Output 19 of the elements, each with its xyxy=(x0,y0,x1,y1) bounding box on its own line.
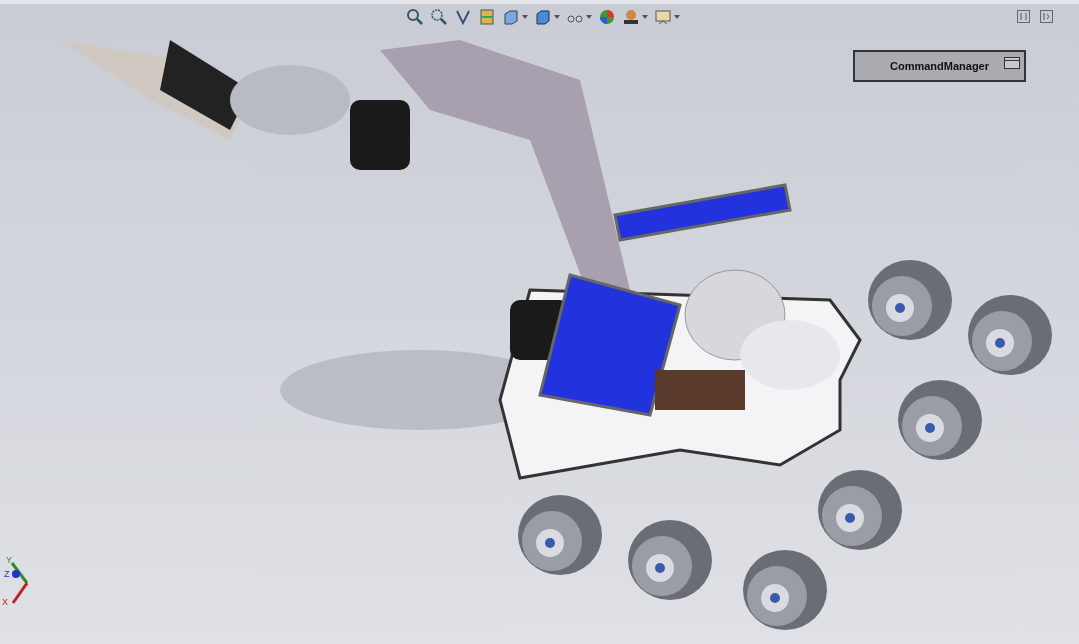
caret-icon[interactable] xyxy=(642,15,648,19)
window-icon xyxy=(1004,57,1020,69)
view-orientation-icon[interactable] xyxy=(502,8,520,26)
display-style-icon[interactable] xyxy=(534,8,552,26)
scene-icon[interactable] xyxy=(622,8,640,26)
command-manager-button[interactable]: CommandManager xyxy=(853,50,1026,82)
zoom-to-fit-icon[interactable] xyxy=(406,8,424,26)
axis-label: X xyxy=(2,598,8,607)
appearance-icon[interactable] xyxy=(598,8,616,26)
axis-label: Z xyxy=(4,570,10,579)
axis-label: Y xyxy=(6,556,12,565)
tile-right-icon[interactable] xyxy=(1040,10,1053,23)
caret-icon[interactable] xyxy=(586,15,592,19)
view-settings-icon[interactable] xyxy=(654,8,672,26)
zoom-area-icon[interactable] xyxy=(430,8,448,26)
caret-icon[interactable] xyxy=(674,15,680,19)
caret-icon[interactable] xyxy=(522,15,528,19)
tile-left-icon[interactable] xyxy=(1017,10,1030,23)
caret-icon[interactable] xyxy=(554,15,560,19)
